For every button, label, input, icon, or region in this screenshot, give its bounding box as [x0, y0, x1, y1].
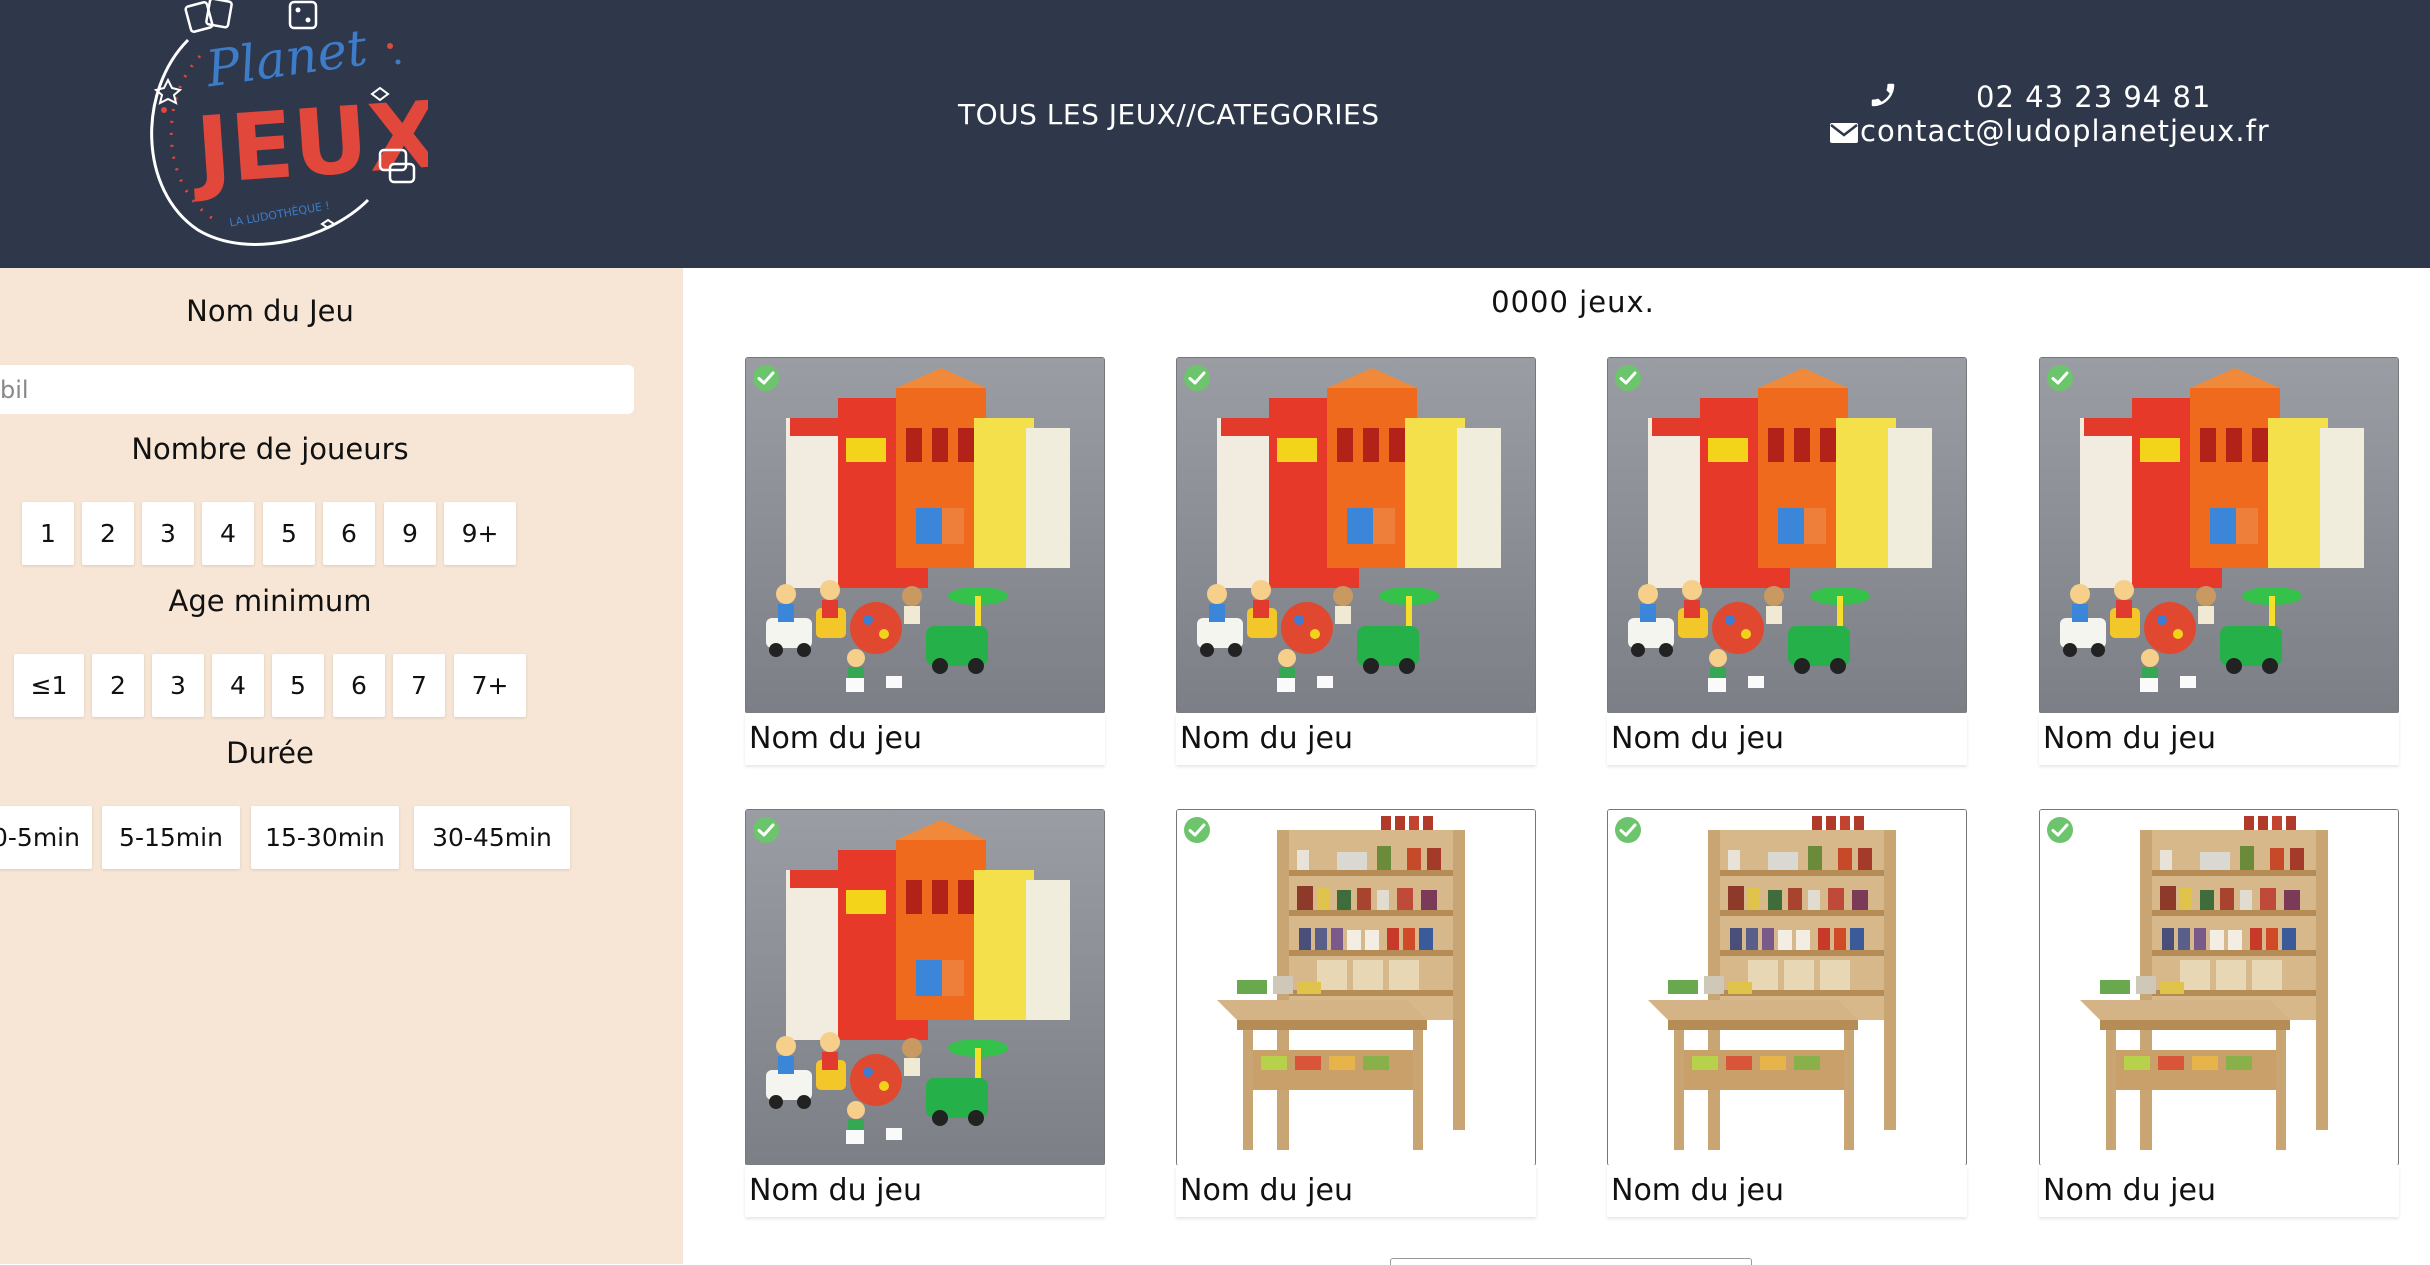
game-name[interactable]: Nom du jeu [1176, 1165, 1536, 1217]
site-header: Planet JEUX LA LUDOTHÈQUE ! TOUS LES JEU… [0, 0, 2430, 268]
game-image[interactable] [745, 357, 1105, 714]
available-check-icon [1614, 364, 1642, 392]
game-image[interactable] [1176, 357, 1536, 714]
players-chip[interactable]: 1 [22, 502, 74, 565]
duration-chip[interactable]: 0-5min [0, 806, 92, 869]
game-name[interactable]: Nom du jeu [1176, 713, 1536, 765]
available-check-icon [752, 364, 780, 392]
players-chip[interactable]: 9 [384, 502, 436, 565]
game-card[interactable]: Nom du jeu [745, 357, 1105, 771]
available-check-icon [1183, 364, 1211, 392]
players-chip[interactable]: 6 [323, 502, 375, 565]
game-image[interactable] [1607, 809, 1967, 1166]
duration-chip[interactable]: 30-45min [414, 806, 570, 869]
game-image[interactable] [1607, 357, 1967, 714]
players-chip[interactable]: 4 [202, 502, 254, 565]
game-image[interactable] [745, 809, 1105, 1166]
phone-number[interactable]: 02 43 23 94 81 [1976, 80, 2211, 114]
players-title: Nombre de joueurs [131, 432, 409, 466]
age-chip[interactable]: 6 [333, 654, 385, 717]
game-card[interactable]: Nom du jeu [1607, 809, 1967, 1223]
game-card[interactable]: Nom du jeu [1607, 357, 1967, 771]
envelope-icon [1830, 118, 1858, 152]
email-address[interactable]: contact@ludoplanetjeux.fr [1860, 114, 2270, 148]
available-check-icon [1183, 816, 1211, 844]
nav-all-games-categories[interactable]: TOUS LES JEUX//CATEGORIES [958, 98, 1380, 131]
svg-text:JEUX: JEUX [187, 81, 428, 205]
age-title: Age minimum [168, 584, 372, 618]
duration-title: Durée [226, 736, 314, 770]
results-count: 0000 jeux. [1491, 285, 1655, 319]
age-chip[interactable]: 4 [212, 654, 264, 717]
game-name-search-input[interactable] [0, 365, 634, 414]
age-chip[interactable]: ≤1 [14, 654, 84, 717]
players-chip[interactable]: 3 [142, 502, 194, 565]
filter-sidebar: Nom du Jeu Nombre de joueurs 12345699+ A… [0, 268, 683, 1264]
available-check-icon [1614, 816, 1642, 844]
planet-jeux-logo[interactable]: Planet JEUX LA LUDOTHÈQUE ! [128, 0, 442, 250]
game-card[interactable]: Nom du jeu [2039, 809, 2399, 1223]
available-check-icon [2046, 364, 2074, 392]
game-name[interactable]: Nom du jeu [1607, 713, 1967, 765]
game-image[interactable] [2039, 357, 2399, 714]
game-name[interactable]: Nom du jeu [2039, 713, 2399, 765]
players-chip[interactable]: 5 [263, 502, 315, 565]
game-name-title: Nom du Jeu [186, 294, 354, 328]
players-chip[interactable]: 9+ [444, 502, 516, 565]
age-chip[interactable]: 2 [92, 654, 144, 717]
game-card[interactable]: Nom du jeu [2039, 357, 2399, 771]
game-image[interactable] [2039, 809, 2399, 1166]
svg-text:LA LUDOTHÈQUE !: LA LUDOTHÈQUE ! [228, 199, 330, 229]
available-check-icon [2046, 816, 2074, 844]
age-chip[interactable]: 5 [272, 654, 324, 717]
game-card[interactable]: Nom du jeu [745, 809, 1105, 1223]
game-name[interactable]: Nom du jeu [745, 1165, 1105, 1217]
age-chip[interactable]: 3 [152, 654, 204, 717]
game-card[interactable]: Nom du jeu [1176, 357, 1536, 771]
age-chip[interactable]: 7 [393, 654, 445, 717]
duration-chip[interactable]: 15-30min [251, 806, 399, 869]
phone-icon [1868, 80, 1898, 117]
game-name[interactable]: Nom du jeu [2039, 1165, 2399, 1217]
available-check-icon [752, 816, 780, 844]
game-name[interactable]: Nom du jeu [745, 713, 1105, 765]
game-image[interactable] [1176, 809, 1536, 1166]
game-name[interactable]: Nom du jeu [1607, 1165, 1967, 1217]
duration-chip[interactable]: 5-15min [102, 806, 240, 869]
players-chip[interactable]: 2 [82, 502, 134, 565]
age-chip[interactable]: 7+ [454, 654, 526, 717]
game-card[interactable]: Nom du jeu [1176, 809, 1536, 1223]
